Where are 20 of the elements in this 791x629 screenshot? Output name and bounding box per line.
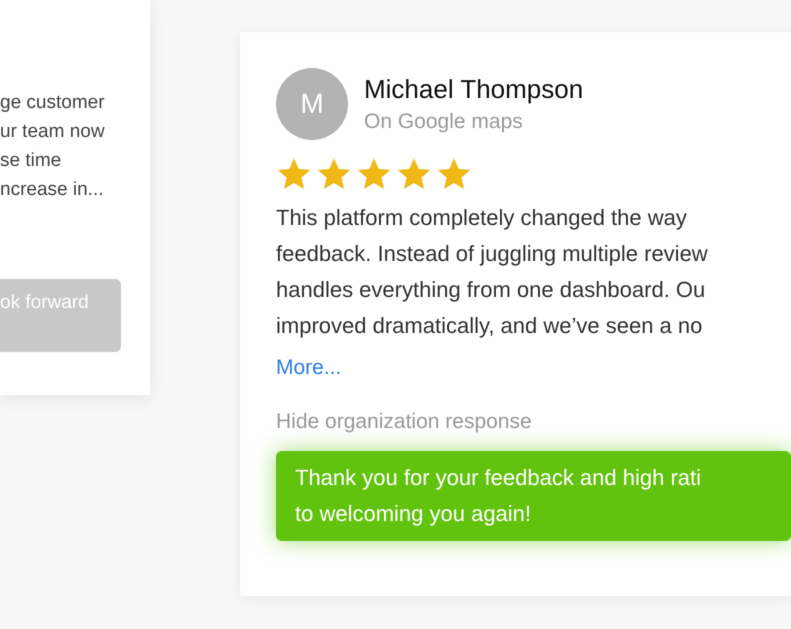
star-icon (436, 156, 472, 192)
review-text-line: improved dramatically, and we’ve seen a no (276, 312, 702, 340)
response-text-line: to welcoming you again! (295, 500, 532, 528)
review-text-line: ncrease in... (0, 178, 104, 202)
star-icon (356, 156, 392, 192)
review-text-line: ur team now (0, 120, 105, 144)
star-icon (396, 156, 432, 192)
avatar: M (276, 68, 348, 140)
review-text-line: handles everything from one dashboard. Ou (276, 276, 706, 304)
reviewer-name: Michael Thompson (364, 73, 584, 106)
hide-response-toggle[interactable]: Hide organization response (276, 406, 532, 437)
review-text-line: se time (0, 149, 62, 173)
review-text-line: This platform completely changed the way (276, 204, 687, 232)
more-link[interactable]: More... (276, 352, 342, 384)
star-icon (316, 156, 352, 192)
review-source: On Google maps (364, 109, 523, 135)
review-text-line: ge customer (0, 91, 105, 115)
review-text-line: feedback. Instead of juggling multiple review (276, 240, 708, 268)
response-text-line: Thank you for your feedback and high rati (295, 464, 702, 492)
star-icon (276, 156, 312, 192)
